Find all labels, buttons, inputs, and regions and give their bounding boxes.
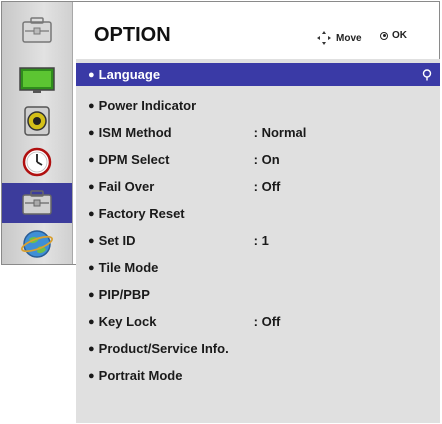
menu-item-power-indicator[interactable]: ● Power Indicator [76, 94, 440, 117]
menu-item-label: PIP/PBP [98, 287, 150, 302]
move-hint: Move [316, 30, 362, 46]
menu-item-factory-reset[interactable]: ● Factory Reset [76, 202, 440, 225]
menu-item-label: Tile Mode [98, 260, 159, 275]
move-arrows-icon [317, 31, 331, 45]
menu-item-value: : Off [253, 314, 281, 329]
bullet: ● [88, 234, 95, 247]
bullet: ● [88, 180, 95, 193]
menu-item-label: Set ID [98, 233, 136, 248]
menu-item-value: : 1 [253, 233, 269, 248]
sidebar [2, 2, 73, 264]
menu-item-label: Language [98, 67, 161, 82]
menu-item-value: : Off [253, 179, 281, 194]
menu-item-pip-pbp[interactable]: ● PIP/PBP [76, 283, 440, 306]
bullet: ● [88, 99, 95, 112]
menu-item-dpm-select[interactable]: ● DPM Select : On [76, 148, 440, 171]
menu-item-key-lock[interactable]: ● Key Lock : Off [76, 310, 440, 333]
bullet: ● [88, 68, 95, 81]
menu-item-label: Factory Reset [98, 206, 185, 221]
bullet: ● [88, 207, 95, 220]
selection-indicator-icon [422, 69, 432, 81]
menu-item-label: Key Lock [98, 314, 157, 329]
menu-item-label: Fail Over [98, 179, 155, 194]
menu-item-language[interactable]: ● Language [76, 63, 440, 86]
menu-item-value: : Normal [253, 125, 307, 140]
menu-item-set-id[interactable]: ● Set ID : 1 [76, 229, 440, 252]
menu-item-fail-over[interactable]: ● Fail Over : Off [76, 175, 440, 198]
ok-hint-label: OK [392, 30, 407, 41]
move-hint-label: Move [336, 32, 362, 44]
network-icon[interactable] [2, 224, 72, 264]
option-icon[interactable] [2, 183, 72, 223]
page-title: OPTION [94, 24, 171, 46]
bullet: ● [88, 288, 95, 301]
menu-item-label: Power Indicator [98, 98, 197, 113]
bullet: ● [88, 261, 95, 274]
menu-item-label: ISM Method [98, 125, 172, 140]
menu-item-label: Portrait Mode [98, 368, 183, 383]
bullet: ● [88, 315, 95, 328]
ok-hint: OK [380, 30, 407, 41]
menu-item-value: : On [253, 152, 280, 167]
time-icon[interactable] [2, 142, 72, 182]
bullet: ● [88, 342, 95, 355]
bullet: ● [88, 153, 95, 166]
audio-icon[interactable] [2, 101, 72, 141]
menu-item-portrait-mode[interactable]: ● Portrait Mode [76, 364, 440, 387]
option-header-icon [2, 2, 72, 60]
menu-item-label: Product/Service Info. [98, 341, 229, 356]
menu-item-product-service-info[interactable]: ● Product/Service Info. [76, 337, 440, 360]
ok-button-icon [380, 31, 388, 40]
menu-item-ism-method[interactable]: ● ISM Method : Normal [76, 121, 440, 144]
menu-item-label: DPM Select [98, 152, 170, 167]
menu-item-tile-mode[interactable]: ● Tile Mode [76, 256, 440, 279]
header: OPTION Move OK [76, 0, 440, 59]
bullet: ● [88, 126, 95, 139]
bullet: ● [88, 369, 95, 382]
picture-icon[interactable] [2, 60, 72, 100]
